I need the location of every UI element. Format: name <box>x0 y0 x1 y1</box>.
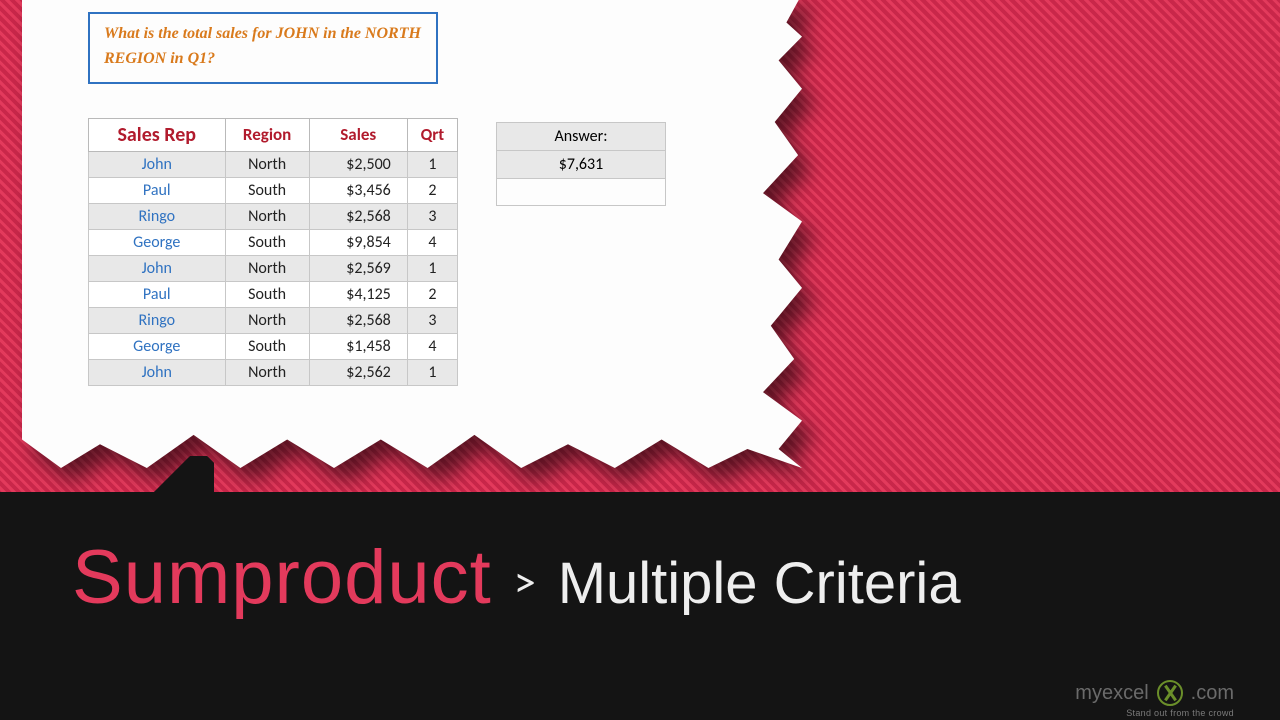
table-row: GeorgeSouth$1,4584 <box>89 333 458 359</box>
answer-value: $7,631 <box>559 155 604 174</box>
brand-tagline: Stand out from the crowd <box>1126 708 1234 718</box>
cell-rep: Paul <box>89 177 226 203</box>
cell-qrt: 4 <box>407 333 457 359</box>
col-header-qrt: Qrt <box>407 118 457 151</box>
cell-region: South <box>225 333 309 359</box>
cell-rep: Ringo <box>89 307 226 333</box>
cell-region: North <box>225 359 309 385</box>
title-sub: Multiple Criteria <box>558 550 961 617</box>
col-header-sales: Sales <box>309 118 407 151</box>
paper-sheet: What is the total sales for JOHN in the … <box>22 0 802 468</box>
cell-region: South <box>225 229 309 255</box>
table-row: PaulSouth$4,1252 <box>89 281 458 307</box>
cell-qrt: 2 <box>407 177 457 203</box>
cell-sales: $2,568 <box>309 307 407 333</box>
cell-sales: $3,456 <box>309 177 407 203</box>
table-row: JohnNorth$2,5621 <box>89 359 458 385</box>
table-row: RingoNorth$2,5683 <box>89 203 458 229</box>
cell-rep: George <box>89 229 226 255</box>
cell-qrt: 1 <box>407 255 457 281</box>
title-separator: > <box>514 555 536 609</box>
cell-region: North <box>225 255 309 281</box>
cell-region: South <box>225 177 309 203</box>
table-row: JohnNorth$2,5001 <box>89 151 458 177</box>
brand-logo-icon <box>1157 680 1183 706</box>
cell-region: North <box>225 307 309 333</box>
cell-region: North <box>225 203 309 229</box>
table-row: GeorgeSouth$9,8544 <box>89 229 458 255</box>
cell-sales: $2,500 <box>309 151 407 177</box>
cell-sales: $4,125 <box>309 281 407 307</box>
cell-sales: $2,569 <box>309 255 407 281</box>
cell-sales: $2,562 <box>309 359 407 385</box>
cell-qrt: 1 <box>407 151 457 177</box>
question-text: What is the total sales for JOHN in the … <box>104 25 421 67</box>
answer-empty-cell <box>497 179 665 205</box>
title-band: Sumproduct > Multiple Criteria myexcel .… <box>0 492 1280 720</box>
col-header-region: Region <box>225 118 309 151</box>
cell-qrt: 3 <box>407 307 457 333</box>
question-box: What is the total sales for JOHN in the … <box>88 12 438 84</box>
answer-box: Answer: $7,631 <box>496 122 666 206</box>
cell-qrt: 1 <box>407 359 457 385</box>
sales-table: Sales Rep Region Sales Qrt JohnNorth$2,5… <box>88 118 458 386</box>
cell-region: South <box>225 281 309 307</box>
table-row: PaulSouth$3,4562 <box>89 177 458 203</box>
answer-label: Answer: <box>555 127 608 146</box>
col-header-rep: Sales Rep <box>89 118 226 151</box>
cell-sales: $1,458 <box>309 333 407 359</box>
cell-qrt: 2 <box>407 281 457 307</box>
cell-qrt: 3 <box>407 203 457 229</box>
cell-qrt: 4 <box>407 229 457 255</box>
table-row: JohnNorth$2,5691 <box>89 255 458 281</box>
cell-sales: $2,568 <box>309 203 407 229</box>
cell-rep: Ringo <box>89 203 226 229</box>
title-main: Sumproduct <box>72 534 492 621</box>
brand-text-right: .com <box>1191 682 1234 705</box>
cell-region: North <box>225 151 309 177</box>
cell-rep: John <box>89 255 226 281</box>
cell-sales: $9,854 <box>309 229 407 255</box>
cell-rep: George <box>89 333 226 359</box>
cell-rep: John <box>89 151 226 177</box>
brand-text-left: myexcel <box>1075 682 1148 705</box>
cell-rep: Paul <box>89 281 226 307</box>
table-row: RingoNorth$2,5683 <box>89 307 458 333</box>
brand: myexcel .com Stand out from the crowd <box>1075 680 1234 706</box>
cell-rep: John <box>89 359 226 385</box>
title-notch <box>121 456 214 496</box>
